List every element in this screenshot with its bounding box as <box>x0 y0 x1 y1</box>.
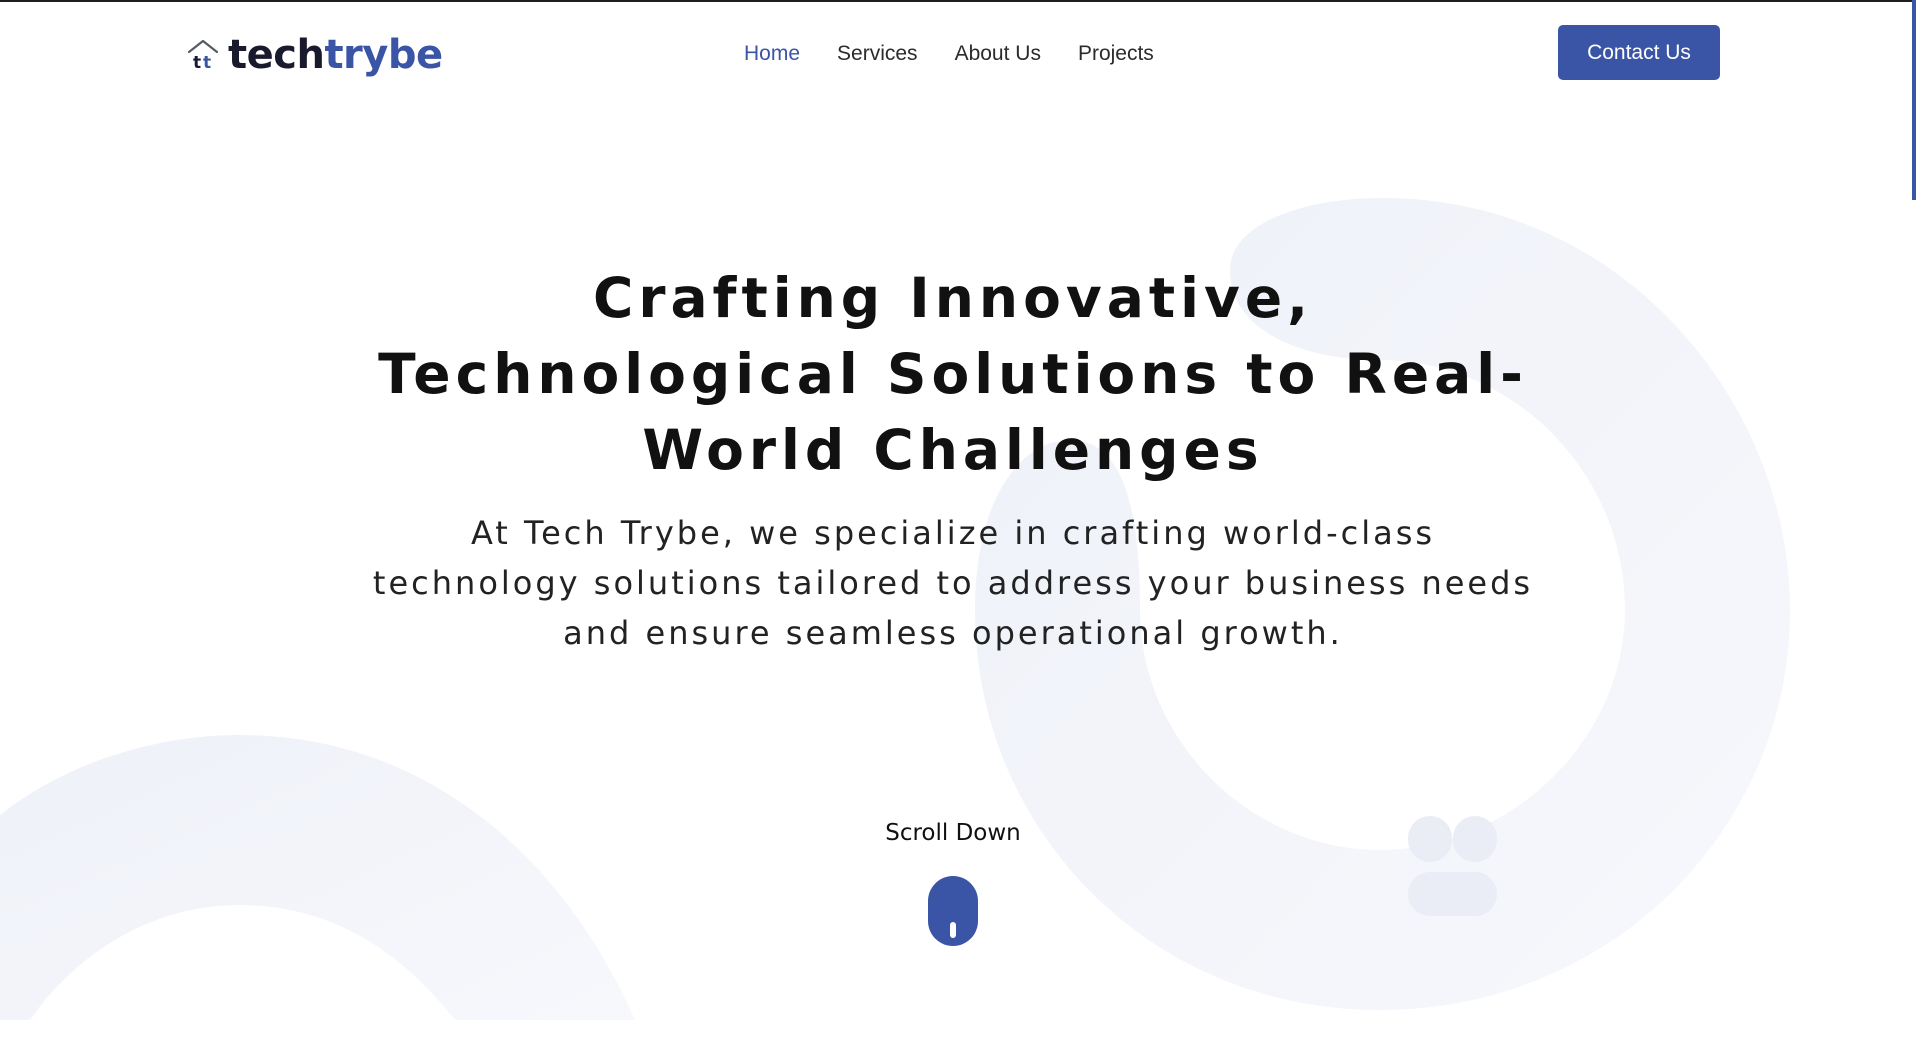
hero-subtitle: At Tech Trybe, we specialize in crafting… <box>372 514 1534 652</box>
brand-name: techtrybe <box>228 32 443 78</box>
scrollbar-thumb[interactable] <box>1912 0 1916 200</box>
house-tt-icon: t t <box>187 39 219 72</box>
scroll-down-label: Scroll Down <box>885 820 1021 846</box>
brand-name-part1: tech <box>228 32 325 78</box>
svg-text:t: t <box>193 53 201 72</box>
site-header: t t techtrybe Home Services About Us Pro… <box>0 2 1916 102</box>
page: t t techtrybe Home Services About Us Pro… <box>0 0 1916 1040</box>
nav-item-home[interactable]: Home <box>744 40 800 68</box>
mouse-icon[interactable] <box>928 876 978 946</box>
contact-us-button[interactable]: Contact Us <box>1558 25 1720 80</box>
main-nav: Home Services About Us Projects <box>744 40 1191 68</box>
nav-item-services[interactable]: Services <box>837 40 918 68</box>
bottom-band <box>0 1020 1916 1040</box>
hero-title: Crafting Innovative, Technological Solut… <box>378 266 1528 482</box>
svg-text:t: t <box>203 53 211 72</box>
brand-name-part2: trybe <box>324 32 443 78</box>
brand-logo[interactable]: t t techtrybe <box>186 32 443 78</box>
hero-section: Crafting Innovative, Technological Solut… <box>0 260 1906 658</box>
nav-item-about-us[interactable]: About Us <box>955 40 1041 68</box>
nav-item-projects[interactable]: Projects <box>1078 40 1154 68</box>
